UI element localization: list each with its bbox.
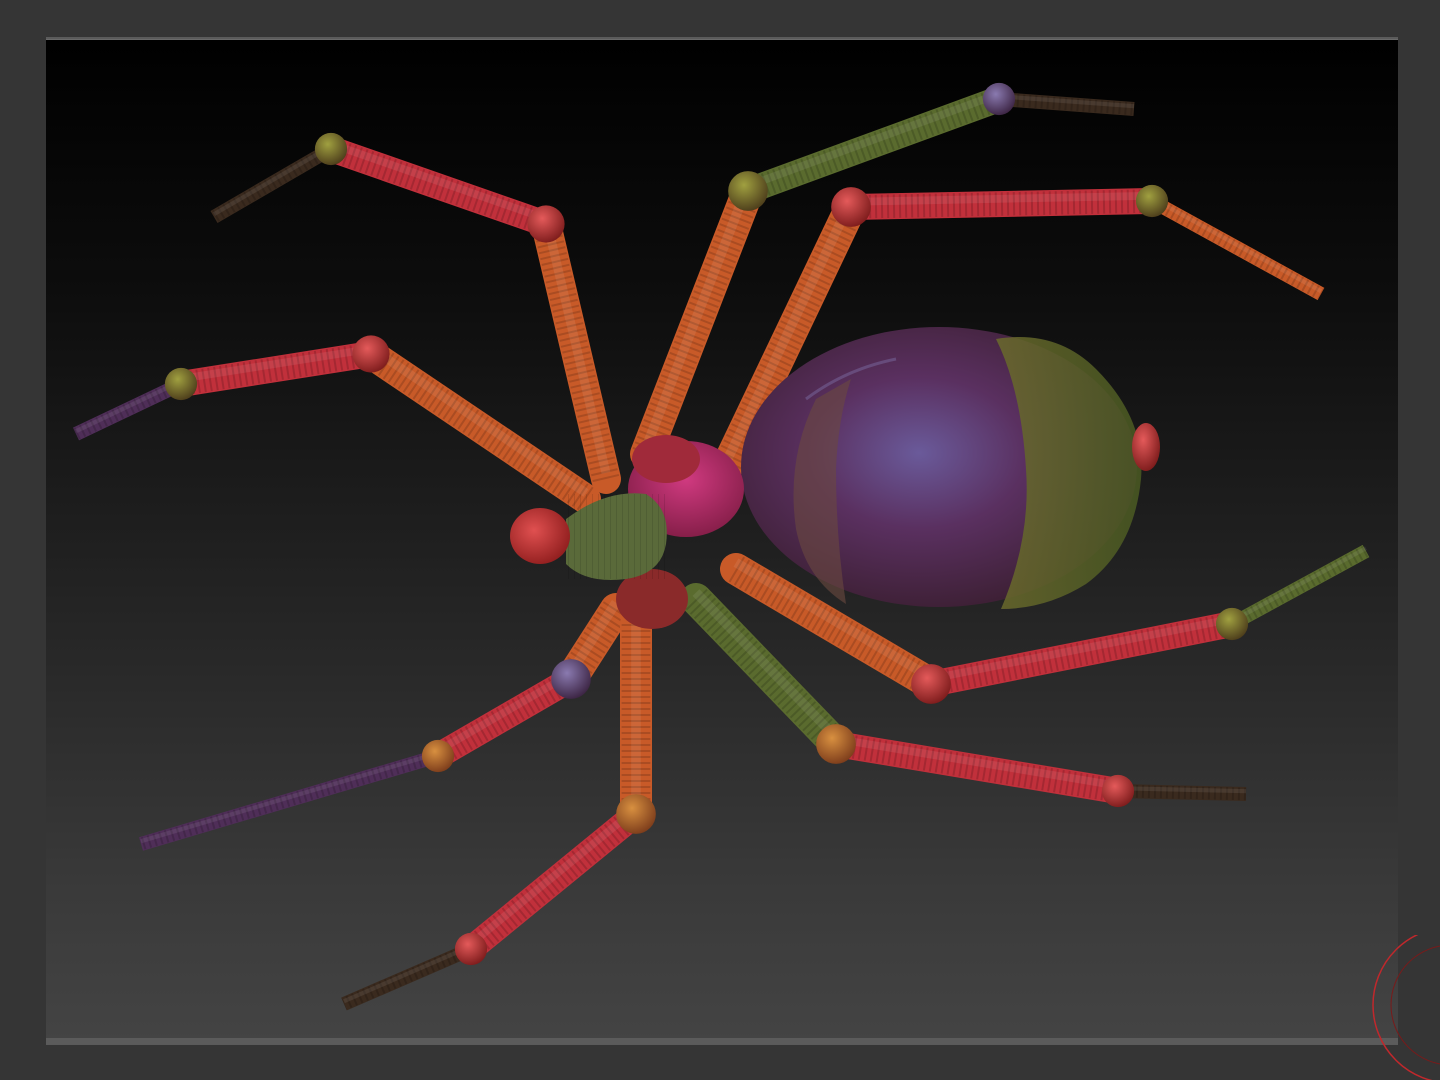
- leg-segment: [139, 749, 440, 851]
- leg-highlight: [343, 944, 472, 1004]
- leg-highlight: [1150, 196, 1323, 294]
- leg-joint: [982, 82, 1016, 116]
- leg-front-left-upper: [210, 132, 621, 494]
- leg-joint: [831, 187, 871, 227]
- leg-joint: [314, 132, 348, 166]
- leg-segment: [918, 611, 1245, 697]
- leg-highlight: [930, 614, 1233, 683]
- leg-segment: [356, 339, 601, 514]
- leg-mid-left-lower: [139, 593, 632, 851]
- leg-joint: [1101, 774, 1135, 808]
- leg-highlight: [468, 805, 639, 947]
- leg-joint: [728, 171, 768, 211]
- spider-legs: [72, 82, 1370, 1011]
- leg-joint: [527, 205, 565, 243]
- leg-joint: [616, 794, 656, 834]
- leg-joint: [1215, 607, 1249, 641]
- spider-model: [72, 82, 1370, 1011]
- 3d-viewport[interactable]: [46, 37, 1398, 1045]
- navigation-ring-icon[interactable]: [1356, 935, 1440, 1080]
- leg-highlight: [75, 379, 182, 434]
- leg-segment: [341, 942, 474, 1011]
- leg-joint: [352, 335, 390, 373]
- leg-segment: [72, 377, 185, 441]
- leg-highlight: [368, 344, 589, 497]
- app-window: [0, 0, 1440, 1080]
- spider-head: [510, 508, 570, 564]
- leg-highlight: [140, 751, 439, 844]
- leg-front-left-lower: [72, 335, 601, 514]
- leg-highlight: [541, 216, 611, 475]
- leg-highlight: [1230, 546, 1368, 624]
- leg-ridges: [210, 143, 335, 223]
- leg-highlight: [746, 90, 1001, 190]
- leg-segment: [425, 666, 584, 769]
- leg-joint: [421, 739, 455, 773]
- leg-highlight: [212, 144, 333, 217]
- leg-joint: [164, 367, 198, 401]
- viewport-bottom-edge: [46, 1038, 1398, 1044]
- leg-highlight: [1117, 786, 1247, 794]
- leg-highlight: [436, 670, 573, 755]
- leg-joint: [1135, 184, 1169, 218]
- leg-highlight: [329, 140, 548, 223]
- leg-joint: [816, 724, 856, 764]
- leg-joint: [911, 664, 951, 704]
- leg-joint: [454, 932, 488, 966]
- spider-abdomen: [741, 327, 1160, 609]
- leg-joint: [551, 659, 591, 699]
- leg-highlight: [641, 182, 753, 450]
- leg-back-left-lower: [341, 608, 656, 1011]
- leg-segment: [1228, 544, 1370, 631]
